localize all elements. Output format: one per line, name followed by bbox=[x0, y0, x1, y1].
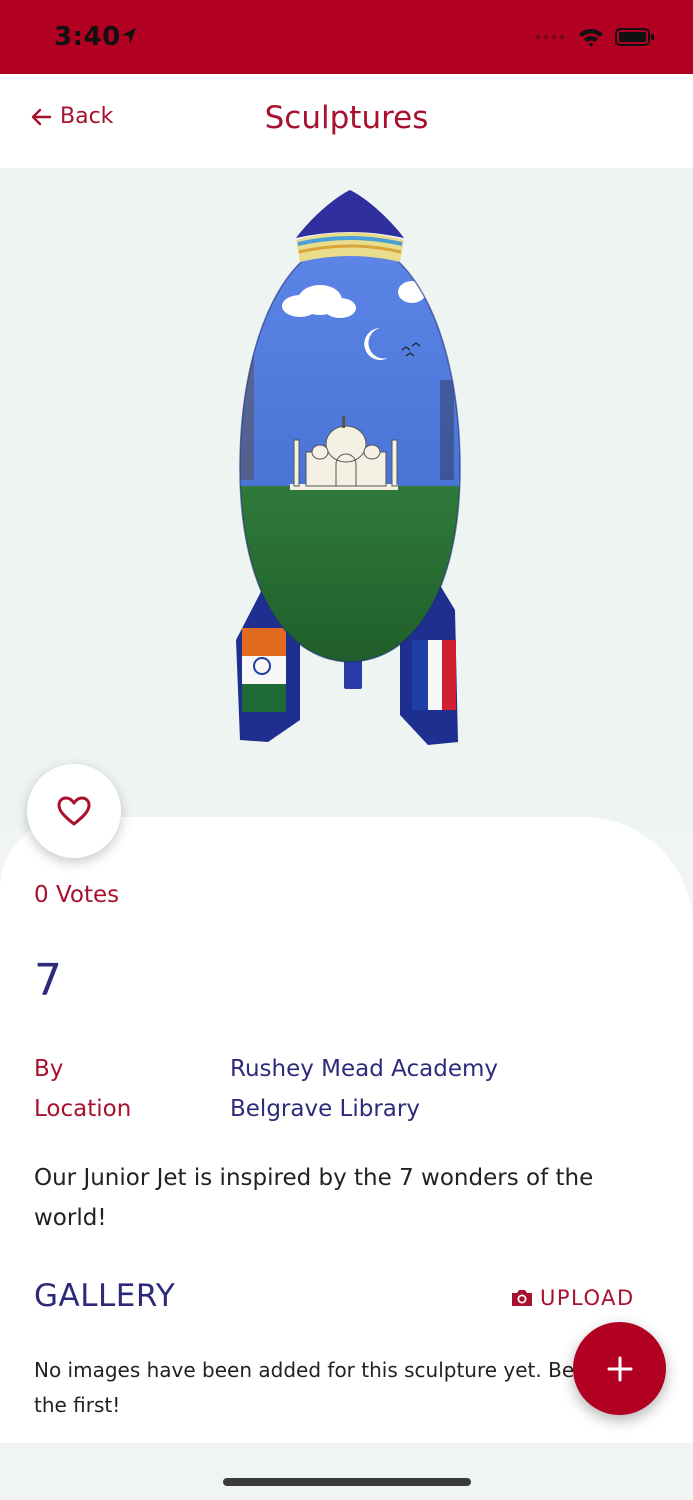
location-label: Location bbox=[34, 1096, 132, 1122]
status-indicators bbox=[535, 26, 655, 48]
status-bar: 3:40 bbox=[0, 0, 693, 74]
gallery-empty-message: No images have been added for this sculp… bbox=[34, 1358, 575, 1417]
camera-icon bbox=[512, 1290, 532, 1306]
upload-button[interactable]: UPLOAD bbox=[510, 1286, 635, 1310]
sculpture-image bbox=[0, 168, 693, 828]
nav-header: Back Sculptures bbox=[0, 74, 693, 168]
cellular-signal-icon bbox=[535, 34, 565, 40]
wifi-icon bbox=[579, 29, 603, 47]
rocket-sculpture-illustration bbox=[236, 190, 461, 745]
favorite-button[interactable] bbox=[27, 764, 121, 858]
gallery-heading: GALLERY bbox=[34, 1278, 176, 1314]
add-button[interactable] bbox=[573, 1322, 666, 1415]
plus-icon bbox=[607, 1356, 632, 1381]
page-title: Sculptures bbox=[264, 100, 429, 136]
battery-icon bbox=[615, 28, 654, 46]
heart-outline-icon bbox=[57, 796, 91, 826]
status-time: 3:40 bbox=[54, 22, 121, 52]
sculpture-number: 7 bbox=[34, 955, 62, 1006]
upload-label: UPLOAD bbox=[540, 1286, 635, 1310]
votes-count: 0 Votes bbox=[34, 882, 120, 908]
by-label: By bbox=[34, 1056, 64, 1082]
bottom-safe-area bbox=[0, 1443, 693, 1500]
location-value: Belgrave Library bbox=[230, 1096, 420, 1122]
home-indicator[interactable] bbox=[223, 1478, 471, 1486]
location-arrow-icon bbox=[122, 28, 136, 44]
by-value: Rushey Mead Academy bbox=[230, 1056, 498, 1082]
sculpture-description: Our Junior Jet is inspired by the 7 wond… bbox=[34, 1165, 594, 1231]
